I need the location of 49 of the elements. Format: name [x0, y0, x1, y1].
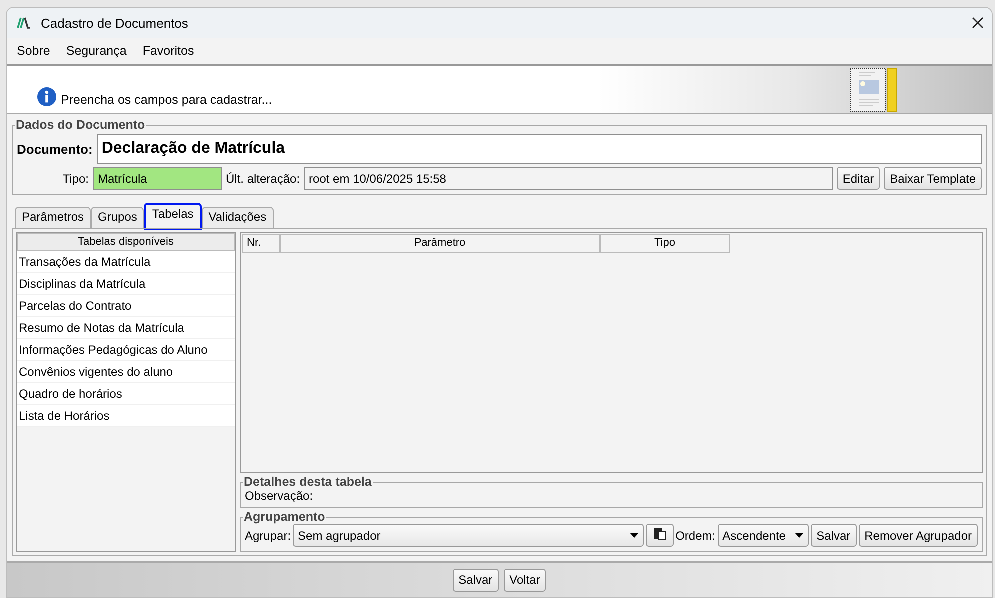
edit-button[interactable]: Editar — [836, 167, 880, 190]
column-header: Nr. — [242, 234, 280, 253]
window-title: Cadastro de Documentos — [41, 16, 190, 30]
group-title: Agrupamento — [243, 510, 326, 524]
app-logo-icon — [17, 17, 31, 29]
list-item[interactable]: Parcelas do Contrato — [17, 295, 235, 317]
list-item[interactable]: Informações Pedagógicas do Aluno — [17, 339, 235, 361]
column-header: Parâmetro — [280, 234, 600, 253]
clipboard-icon — [652, 527, 668, 541]
list-item[interactable]: Transações da Matrícula — [17, 251, 235, 273]
tab[interactable]: Validações — [202, 207, 274, 228]
field-label: Ordem: — [676, 528, 716, 542]
list-item[interactable]: Resumo de Notas da Matrícula — [17, 317, 235, 339]
remove-grouping-button[interactable]: Remover Agrupador — [858, 524, 978, 547]
group-title: Detalhes desta tabela — [243, 475, 373, 489]
menu-item[interactable]: Segurança — [66, 44, 127, 58]
field-label: Observação: — [245, 489, 314, 503]
type-field[interactable]: Matrícula — [93, 167, 222, 190]
field-label: Tipo: — [62, 172, 89, 186]
column-header: Tipo — [600, 234, 730, 253]
field-label: Documento: — [17, 142, 93, 156]
document-image-icon — [850, 68, 898, 112]
menu-item[interactable]: Sobre — [17, 44, 50, 58]
tab[interactable]: Tabelas — [144, 203, 202, 230]
tab[interactable]: Parâmetros — [15, 207, 92, 228]
menu-item[interactable]: Favoritos — [142, 44, 194, 58]
list-item[interactable]: Disciplinas da Matrícula — [17, 273, 235, 295]
info-icon — [37, 87, 57, 107]
last-change-field[interactable]: root em 10/06/2025 15:58 — [304, 167, 833, 190]
paste-button[interactable] — [646, 524, 674, 547]
dropdown-arrow-icon — [630, 533, 639, 538]
document-name-field[interactable]: Declaração de Matrícula — [96, 134, 982, 164]
group-by-dropdown[interactable]: Sem agrupador — [293, 524, 644, 547]
back-button[interactable]: Voltar — [504, 568, 546, 592]
close-icon[interactable] — [972, 17, 984, 29]
save-button[interactable]: Salvar — [452, 568, 499, 592]
field-label: Últ. alteração: — [226, 172, 300, 186]
save-button[interactable]: Salvar — [810, 524, 857, 547]
column-header: Tabelas disponíveis — [17, 233, 235, 251]
download-template-button[interactable]: Baixar Template — [884, 167, 982, 190]
tab[interactable]: Grupos — [91, 207, 144, 228]
info-message: Preencha os campos para cadastrar... — [61, 93, 272, 107]
list-item[interactable]: Quadro de horários — [17, 383, 235, 405]
field-label: Agrupar: — [245, 528, 292, 542]
list-item[interactable]: Lista de Horários — [17, 405, 235, 427]
list-item[interactable]: Convênios vigentes do aluno — [17, 361, 235, 383]
dropdown-arrow-icon — [794, 533, 804, 538]
order-dropdown[interactable]: Ascendente — [718, 524, 809, 547]
group-title: Dados do Documento — [15, 118, 146, 132]
